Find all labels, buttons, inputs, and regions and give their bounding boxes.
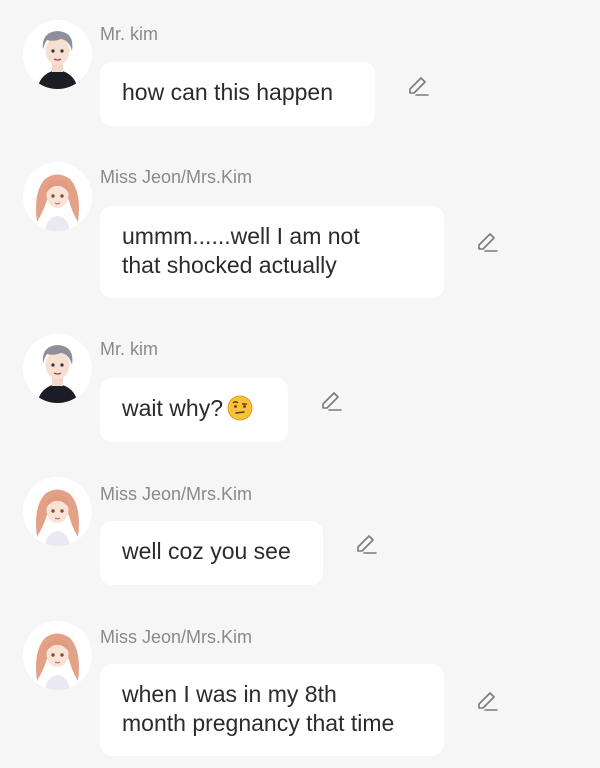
- message-bubble[interactable]: well coz you see: [100, 521, 323, 585]
- male-avatar-icon[interactable]: [23, 20, 92, 89]
- message-text: how can this happen: [122, 79, 333, 105]
- message-bubble[interactable]: ummm......well I am not that shocked act…: [100, 206, 444, 298]
- message-text-line: month pregnancy that time: [122, 710, 395, 736]
- sender-name: Miss Jeon/Mrs.Kim: [100, 167, 253, 187]
- message-text-line: ummm......well I am not: [122, 223, 360, 249]
- sender-name: Miss Jeon/Mrs.Kim: [100, 627, 253, 647]
- sender-name: Miss Jeon/Mrs.Kim: [100, 484, 253, 504]
- male-avatar-icon[interactable]: [23, 334, 92, 403]
- message-text-line: that shocked actually: [122, 252, 337, 278]
- message-text: wait why?: [122, 395, 223, 421]
- sender-name: Mr. kim: [100, 24, 158, 44]
- edit-pencil-icon[interactable]: [473, 689, 499, 715]
- message-bubble[interactable]: when I was in my 8th month pregnancy tha…: [100, 664, 444, 756]
- message-text: well coz you see: [122, 538, 291, 564]
- edit-pencil-icon[interactable]: [317, 389, 343, 415]
- message-bubble[interactable]: wait why?: [100, 378, 288, 442]
- female-avatar-icon[interactable]: [23, 162, 92, 231]
- female-avatar-icon[interactable]: [23, 621, 92, 690]
- edit-pencil-icon[interactable]: [404, 74, 430, 100]
- sender-name: Mr. kim: [100, 339, 158, 359]
- message-bubble[interactable]: how can this happen: [100, 62, 375, 126]
- message-text-line: when I was in my 8th: [122, 681, 337, 707]
- edit-pencil-icon[interactable]: [473, 230, 499, 256]
- raised-eyebrow-emoji-icon: [227, 395, 253, 421]
- edit-pencil-icon[interactable]: [352, 532, 378, 558]
- female-avatar-icon[interactable]: [23, 477, 92, 546]
